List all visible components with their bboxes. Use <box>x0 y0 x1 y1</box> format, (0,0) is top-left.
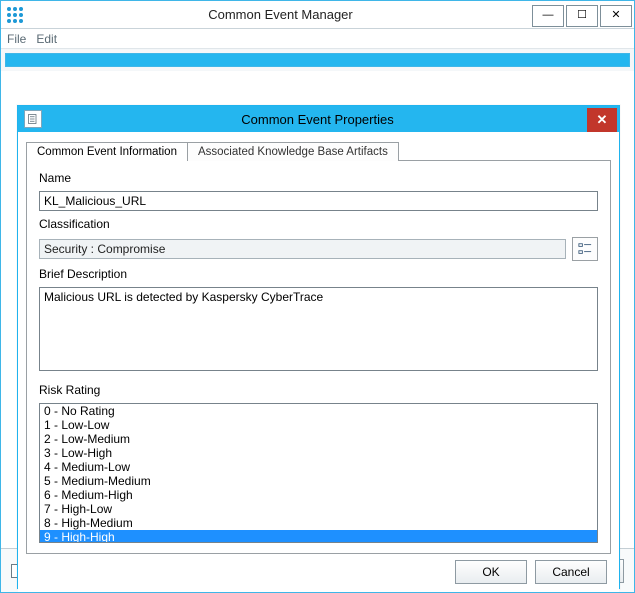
outer-window: Common Event Manager — ☐ ✕ File Edit Com… <box>0 0 635 593</box>
dialog-titlebar: Common Event Properties ✕ <box>18 106 619 132</box>
dialog-icon <box>24 110 42 128</box>
tab-panel-info: Name Classification Security : Compromis… <box>26 160 611 554</box>
tab-associated-kb[interactable]: Associated Knowledge Base Artifacts <box>187 142 399 161</box>
brief-description-label: Brief Description <box>39 267 598 281</box>
risk-rating-item[interactable]: 8 - High-Medium <box>40 516 597 530</box>
risk-rating-item[interactable]: 0 - No Rating <box>40 404 597 418</box>
risk-rating-item[interactable]: 4 - Medium-Low <box>40 460 597 474</box>
dialog-close-button[interactable]: ✕ <box>587 108 617 132</box>
outer-window-title: Common Event Manager <box>29 7 532 22</box>
window-controls: — ☐ ✕ <box>532 3 634 27</box>
dialog-title: Common Event Properties <box>48 112 587 127</box>
dialog-cancel-button[interactable]: Cancel <box>535 560 607 584</box>
menubar: File Edit <box>1 29 634 49</box>
tab-common-event-info[interactable]: Common Event Information <box>26 142 188 161</box>
properties-dialog: Common Event Properties ✕ Common Event I… <box>17 105 620 589</box>
outer-content-frame <box>5 53 630 67</box>
risk-rating-item[interactable]: 2 - Low-Medium <box>40 432 597 446</box>
classification-label: Classification <box>39 217 598 231</box>
risk-rating-label: Risk Rating <box>39 383 598 397</box>
classification-browse-button[interactable] <box>572 237 598 261</box>
outer-body <box>1 49 634 71</box>
close-button[interactable]: ✕ <box>600 5 632 27</box>
menu-edit[interactable]: Edit <box>36 32 57 46</box>
maximize-button[interactable]: ☐ <box>566 5 598 27</box>
dialog-button-row: OK Cancel <box>26 554 611 584</box>
tabs: Common Event Information Associated Know… <box>26 138 611 160</box>
risk-rating-item[interactable]: 5 - Medium-Medium <box>40 474 597 488</box>
dialog-ok-button[interactable]: OK <box>455 560 527 584</box>
menu-file[interactable]: File <box>7 32 26 46</box>
risk-rating-item[interactable]: 9 - High-High <box>40 530 597 543</box>
name-input[interactable] <box>39 191 598 211</box>
brief-description-input[interactable] <box>39 287 598 371</box>
name-label: Name <box>39 171 598 185</box>
app-icon <box>1 1 29 29</box>
outer-titlebar: Common Event Manager — ☐ ✕ <box>1 1 634 29</box>
risk-rating-listbox[interactable]: 0 - No Rating1 - Low-Low2 - Low-Medium3 … <box>39 403 598 543</box>
risk-rating-item[interactable]: 3 - Low-High <box>40 446 597 460</box>
risk-rating-item[interactable]: 6 - Medium-High <box>40 488 597 502</box>
risk-rating-item[interactable]: 1 - Low-Low <box>40 418 597 432</box>
risk-rating-item[interactable]: 7 - High-Low <box>40 502 597 516</box>
minimize-button[interactable]: — <box>532 5 564 27</box>
dialog-body: Common Event Information Associated Know… <box>18 132 619 592</box>
classification-value: Security : Compromise <box>39 239 566 259</box>
